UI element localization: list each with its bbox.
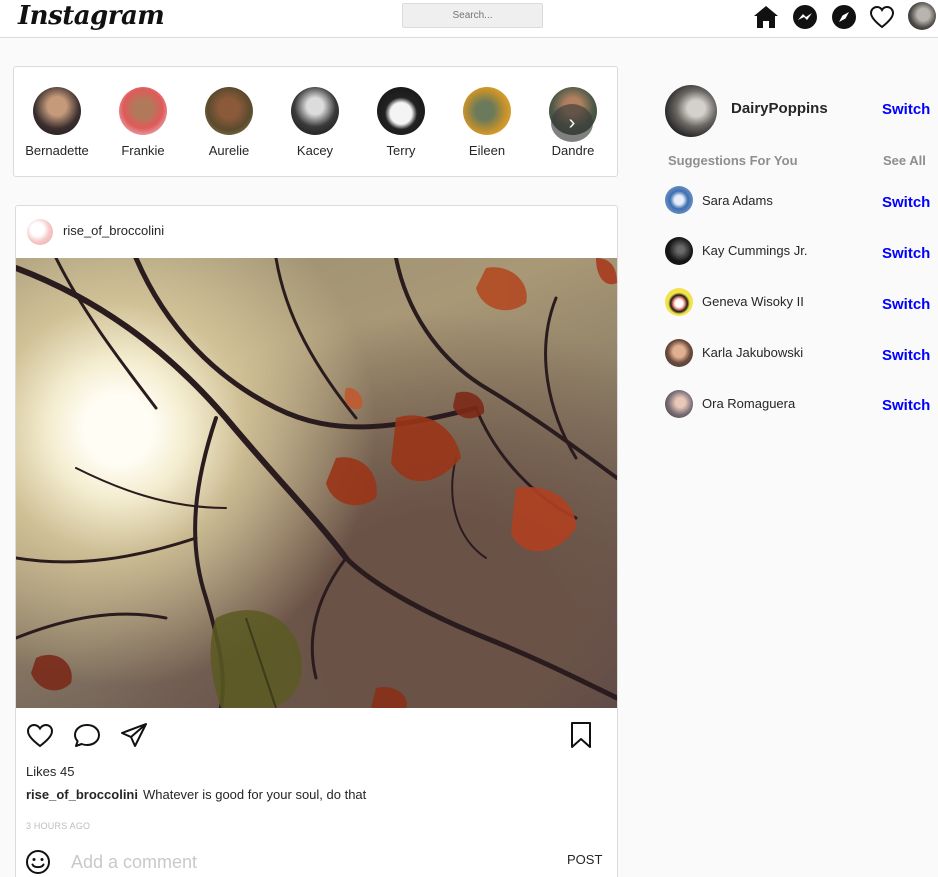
top-nav-bar: Instagram: [0, 0, 938, 38]
story-label: Bernadette: [25, 143, 89, 158]
post-card: rise_of_broccolini Likes 45 rise_of_broc…: [15, 205, 618, 877]
suggestion-switch-link[interactable]: Switch: [882, 296, 930, 313]
story-avatar: [205, 87, 253, 135]
story-label: Terry: [386, 143, 416, 158]
story-label: Kacey: [296, 143, 334, 158]
suggestion-name[interactable]: Karla Jakubowski: [702, 345, 803, 360]
suggestion-avatar[interactable]: [665, 237, 693, 265]
story-label: Dandre: [551, 143, 595, 158]
story-item[interactable]: Kacey: [272, 87, 358, 158]
messenger-icon[interactable]: [791, 3, 819, 31]
suggestion-switch-link[interactable]: Switch: [882, 245, 930, 262]
share-icon[interactable]: [119, 720, 149, 750]
story-avatar: [377, 87, 425, 135]
story-item[interactable]: Frankie: [100, 87, 186, 158]
suggestion-name[interactable]: Geneva Wisoky II: [702, 294, 804, 309]
home-icon[interactable]: [752, 3, 780, 31]
post-comment-button[interactable]: POST: [567, 852, 602, 867]
suggestion-switch-link[interactable]: Switch: [882, 347, 930, 364]
post-actions: [16, 712, 617, 756]
post-timestamp: 3 HOURS AGO: [26, 821, 91, 831]
suggestion-name[interactable]: Sara Adams: [702, 193, 773, 208]
story-item[interactable]: Bernadette: [14, 87, 100, 158]
suggestion-avatar[interactable]: [665, 186, 693, 214]
comment-icon[interactable]: [72, 720, 102, 750]
caption-username[interactable]: rise_of_broccolini: [26, 787, 138, 802]
explore-icon[interactable]: [830, 3, 858, 31]
post-username[interactable]: rise_of_broccolini: [63, 223, 164, 238]
story-avatar: [291, 87, 339, 135]
story-avatar: [119, 87, 167, 135]
heart-icon[interactable]: [868, 3, 896, 31]
post-header: rise_of_broccolini: [16, 206, 617, 258]
post-image-branches: [16, 258, 617, 708]
search-input[interactable]: [402, 3, 543, 28]
chevron-right-icon: ›: [568, 112, 576, 134]
story-item[interactable]: Aurelie: [186, 87, 272, 158]
caption-text: Whatever is good for your soul, do that: [142, 787, 367, 802]
story-avatar: [33, 87, 81, 135]
post-image[interactable]: [16, 258, 617, 708]
suggestions-title: Suggestions For You: [668, 153, 798, 168]
instagram-logo[interactable]: Instagram: [18, 1, 165, 31]
story-item[interactable]: Eileen: [444, 87, 530, 158]
suggestion-name[interactable]: Ora Romaguera: [702, 396, 795, 411]
bookmark-icon[interactable]: [566, 720, 596, 750]
suggestion-switch-link[interactable]: Switch: [882, 397, 930, 414]
profile-avatar[interactable]: [908, 2, 936, 30]
story-avatar: [463, 87, 511, 135]
story-label: Aurelie: [208, 143, 250, 158]
story-item[interactable]: Terry: [358, 87, 444, 158]
post-caption: rise_of_broccolini Whatever is good for y…: [26, 787, 366, 802]
suggestion-switch-link[interactable]: Switch: [882, 194, 930, 211]
switch-account-link[interactable]: Switch: [882, 101, 930, 118]
suggestion-name[interactable]: Kay Cummings Jr.: [702, 243, 807, 258]
story-label: Frankie: [121, 143, 165, 158]
suggestion-avatar[interactable]: [665, 288, 693, 316]
suggestion-avatar[interactable]: [665, 390, 693, 418]
stories-next-button[interactable]: ›: [551, 104, 593, 142]
like-icon[interactable]: [25, 720, 55, 750]
post-author-avatar[interactable]: [27, 219, 53, 245]
story-label: Eileen: [468, 143, 506, 158]
comment-input[interactable]: [71, 849, 531, 875]
see-all-link[interactable]: See All: [883, 153, 926, 168]
likes-count: Likes 45: [26, 764, 75, 779]
suggestion-avatar[interactable]: [665, 339, 693, 367]
stories-bar: Bernadette Frankie Aurelie Kacey Terry E…: [13, 66, 618, 177]
current-user-avatar[interactable]: [665, 85, 717, 137]
current-user-name[interactable]: DairyPoppins: [731, 100, 828, 117]
emoji-icon[interactable]: [25, 849, 51, 875]
